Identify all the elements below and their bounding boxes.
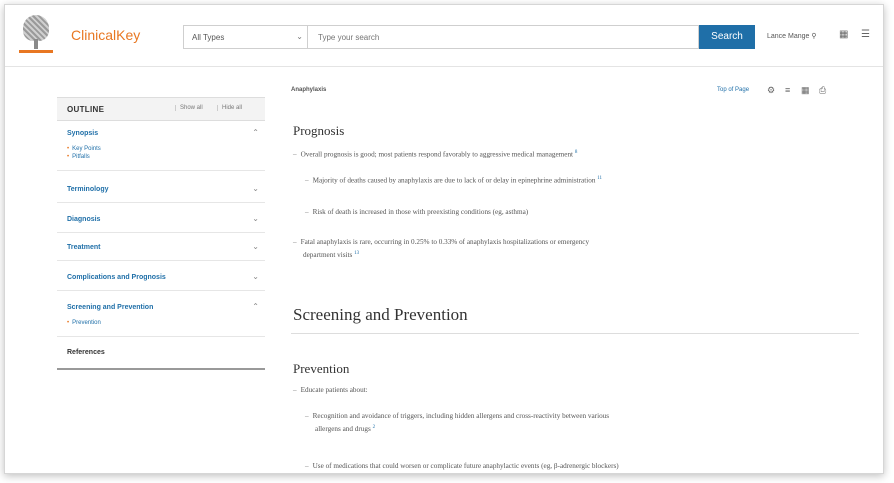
chevron-down-icon[interactable]: ⌄ bbox=[252, 214, 259, 223]
list-item: – Use of medications that could worsen or… bbox=[305, 462, 619, 470]
breadcrumb: Anaphylaxis bbox=[291, 87, 327, 93]
settings-icon[interactable]: ⚙ bbox=[767, 85, 775, 96]
outline-section-treatment[interactable]: Treatment ⌄ bbox=[57, 233, 265, 261]
grid-icon[interactable]: ▦ bbox=[839, 29, 848, 40]
screening-heading: Screening and Prevention bbox=[293, 305, 468, 324]
list-item: – Fatal anaphylaxis is rare, occurring in… bbox=[293, 238, 590, 260]
outline-section-label[interactable]: Complications and Prognosis bbox=[57, 265, 265, 290]
chevron-up-icon[interactable]: ⌃ bbox=[252, 128, 259, 137]
list-item: – Overall prognosis is good; most patient… bbox=[293, 150, 578, 159]
list-item: – Majority of deaths caused by anaphylaxi… bbox=[305, 176, 603, 185]
show-all-button[interactable]: Show all bbox=[175, 105, 203, 111]
outline-section-complications[interactable]: Complications and Prognosis ⌄ bbox=[57, 261, 265, 291]
outline-section-screening[interactable]: Screening and Prevention ⌃ • Prevention bbox=[57, 291, 265, 337]
chevron-down-icon: ⌄ bbox=[296, 32, 303, 41]
top-header: ClinicalKey All Types ⌄ Search Lance Man… bbox=[5, 5, 883, 67]
search-button[interactable]: Search bbox=[699, 25, 755, 49]
chevron-down-icon[interactable]: ⌄ bbox=[252, 184, 259, 193]
outline-header: OUTLINE Show all Hide all bbox=[57, 97, 265, 121]
outline-section-label[interactable]: Screening and Prevention bbox=[57, 295, 265, 320]
list-item: – Educate patients about: bbox=[293, 386, 368, 394]
citation-link[interactable]: 13 bbox=[354, 251, 359, 256]
outline-section-terminology[interactable]: Terminology ⌄ bbox=[57, 171, 265, 203]
chevron-up-icon[interactable]: ⌃ bbox=[252, 302, 259, 311]
outline-section-label[interactable]: Terminology bbox=[57, 177, 265, 202]
list-item: – Risk of death is increased in those wit… bbox=[305, 208, 529, 216]
outline-subitem-pitfalls[interactable]: • Pitfalls bbox=[57, 154, 265, 170]
user-menu[interactable]: Lance Mange ⚲ bbox=[767, 32, 817, 40]
search-input[interactable] bbox=[307, 25, 699, 49]
list-item: – Recognition and avoidance of triggers, … bbox=[305, 412, 610, 434]
prevention-heading: Prevention bbox=[293, 361, 350, 376]
outline-section-synopsis[interactable]: Synopsis ⌃ • Key Points • Pitfalls bbox=[57, 121, 265, 171]
tree-icon bbox=[23, 15, 49, 41]
citation-link[interactable]: 2 bbox=[373, 425, 376, 430]
outline-section-diagnosis[interactable]: Diagnosis ⌄ bbox=[57, 203, 265, 233]
citation-link[interactable]: 8 bbox=[575, 150, 578, 155]
outline-section-label[interactable]: Synopsis bbox=[57, 121, 265, 146]
menu-icon[interactable]: ☰ bbox=[861, 29, 870, 40]
section-divider bbox=[291, 333, 859, 334]
outline-sidebar: OUTLINE Show all Hide all Synopsis ⌃ • Ke… bbox=[57, 97, 265, 370]
hide-all-button[interactable]: Hide all bbox=[217, 105, 242, 111]
citation-link[interactable]: 11 bbox=[597, 176, 602, 181]
chevron-down-icon[interactable]: ⌄ bbox=[252, 242, 259, 251]
outline-title: OUTLINE bbox=[67, 105, 105, 114]
prognosis-heading: Prognosis bbox=[293, 123, 345, 138]
type-select-value: All Types bbox=[192, 33, 225, 42]
outline-subitem-prevention[interactable]: • Prevention bbox=[57, 320, 265, 336]
print-icon[interactable]: ⎙ bbox=[819, 85, 826, 96]
top-of-page-link[interactable]: Top of Page bbox=[717, 87, 749, 93]
app-window: ClinicalKey All Types ⌄ Search Lance Man… bbox=[4, 4, 884, 474]
type-select[interactable]: All Types ⌄ bbox=[183, 25, 307, 49]
elsevier-logo[interactable] bbox=[17, 13, 55, 57]
table-icon[interactable]: ▦ bbox=[801, 85, 810, 96]
list-icon[interactable]: ≡ bbox=[785, 85, 790, 95]
outline-section-label[interactable]: Treatment bbox=[57, 235, 265, 260]
brand-name[interactable]: ClinicalKey bbox=[71, 27, 140, 43]
outline-references[interactable]: References bbox=[57, 337, 265, 370]
outline-subitem-key-points[interactable]: • Key Points bbox=[57, 146, 265, 154]
outline-section-label[interactable]: Diagnosis bbox=[57, 207, 265, 232]
chevron-down-icon[interactable]: ⌄ bbox=[252, 272, 259, 281]
